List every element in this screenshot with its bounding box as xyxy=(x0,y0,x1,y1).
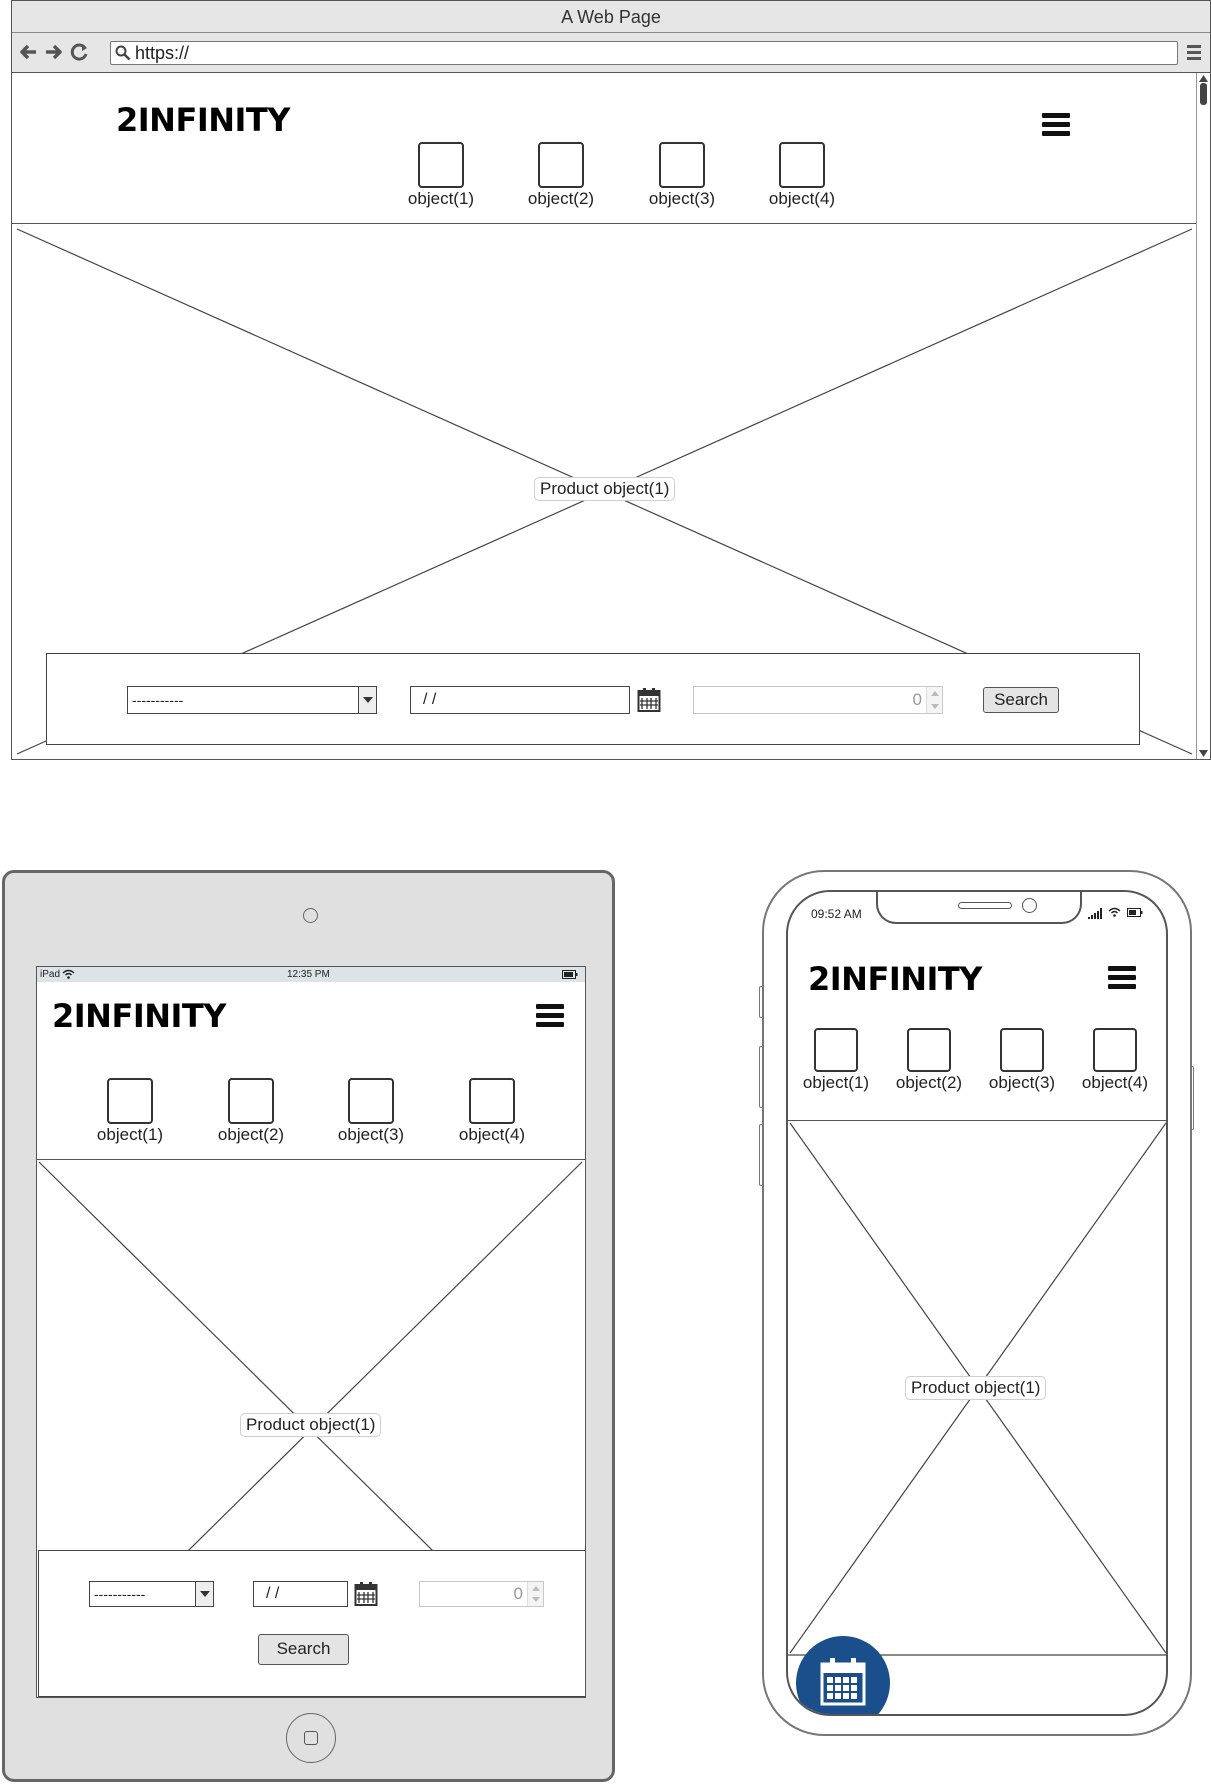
object-thumbnail xyxy=(469,1078,515,1124)
notch xyxy=(876,892,1082,924)
forward-arrow-icon[interactable] xyxy=(44,42,64,62)
nav-object-1[interactable]: object(1) xyxy=(85,1078,175,1145)
object-label: object(2) xyxy=(217,1125,285,1144)
nav-object-2[interactable]: object(2) xyxy=(516,142,606,209)
camera-icon xyxy=(303,908,318,923)
category-select[interactable]: ----------- xyxy=(89,1581,214,1607)
nav-object-1[interactable]: object(1) xyxy=(796,1028,876,1093)
object-thumbnail xyxy=(779,142,825,188)
battery-icon xyxy=(562,970,578,979)
reload-icon[interactable] xyxy=(70,42,90,62)
site-logo[interactable]: 2INFINITY xyxy=(808,960,982,998)
object-label: object(2) xyxy=(895,1073,963,1092)
signal-icon xyxy=(1088,908,1102,919)
hero-label: Product object(1) xyxy=(905,1376,1047,1400)
nav-object-3[interactable]: object(3) xyxy=(982,1028,1062,1093)
scroll-up-icon[interactable] xyxy=(1199,75,1208,82)
object-label: object(3) xyxy=(648,189,716,208)
status-time: 09:52 AM xyxy=(811,907,862,921)
quantity-stepper[interactable]: 0 xyxy=(693,686,943,714)
browser-window: A Web Page https:// 2INFINITY object(1) xyxy=(11,0,1211,760)
chevron-down-icon xyxy=(195,1582,213,1606)
hero-label: Product object(1) xyxy=(534,477,676,501)
nav-object-2[interactable]: object(2) xyxy=(889,1028,969,1093)
object-thumbnail xyxy=(538,142,584,188)
nav-object-4[interactable]: object(4) xyxy=(447,1078,537,1145)
object-thumbnail xyxy=(348,1078,394,1124)
object-label: object(1) xyxy=(802,1073,870,1092)
status-bar: iPad 12:35 PM xyxy=(37,967,585,982)
home-square-icon xyxy=(304,1731,318,1745)
object-label: object(4) xyxy=(1081,1073,1149,1092)
search-panel: ----------- / / 0 Search xyxy=(38,1550,585,1697)
status-time: 12:35 PM xyxy=(287,969,330,980)
object-label: object(4) xyxy=(768,189,836,208)
nav-object-3[interactable]: object(3) xyxy=(637,142,727,209)
scroll-thumb[interactable] xyxy=(1200,83,1207,105)
ipad-screen: iPad 12:35 PM 2INFINITY object(1) object… xyxy=(36,966,586,1698)
site-logo[interactable]: 2INFINITY xyxy=(116,101,290,139)
object-thumbnail xyxy=(1093,1028,1137,1072)
date-input[interactable]: / / xyxy=(410,686,630,714)
speaker-grille xyxy=(958,902,1012,909)
object-label: object(4) xyxy=(458,1125,526,1144)
spinner-arrows[interactable] xyxy=(527,1582,543,1606)
object-label: object(2) xyxy=(527,189,595,208)
site-logo[interactable]: 2INFINITY xyxy=(52,997,226,1035)
search-icon xyxy=(115,45,131,61)
hamburger-icon[interactable] xyxy=(1108,966,1136,990)
iphone-device: 09:52 AM 2INFINITY object(1) object(2) o… xyxy=(762,870,1192,1736)
address-bar[interactable]: https:// xyxy=(110,41,1178,65)
wifi-icon xyxy=(1108,907,1121,917)
object-label: object(1) xyxy=(407,189,475,208)
object-label: object(3) xyxy=(337,1125,405,1144)
hamburger-icon[interactable] xyxy=(536,1004,564,1028)
calendar-icon[interactable] xyxy=(637,687,661,713)
search-panel: ----------- / / 0 Search xyxy=(46,653,1140,745)
ipad-device: iPad 12:35 PM 2INFINITY object(1) object… xyxy=(2,870,615,1782)
search-button[interactable]: Search xyxy=(258,1634,349,1665)
object-thumbnail xyxy=(107,1078,153,1124)
search-button[interactable]: Search xyxy=(983,687,1059,713)
nav-object-3[interactable]: object(3) xyxy=(326,1078,416,1145)
url-text: https:// xyxy=(135,43,190,63)
browser-menu-icon[interactable] xyxy=(1186,43,1202,61)
camera-icon xyxy=(1022,898,1037,913)
scrollbar[interactable] xyxy=(1196,73,1210,759)
home-button-icon[interactable] xyxy=(286,1713,336,1763)
nav-object-2[interactable]: object(2) xyxy=(206,1078,296,1145)
object-thumbnail xyxy=(814,1028,858,1072)
object-label: object(3) xyxy=(988,1073,1056,1092)
calendar-icon[interactable] xyxy=(354,1581,378,1607)
nav-object-1[interactable]: object(1) xyxy=(396,142,486,209)
back-arrow-icon[interactable] xyxy=(18,42,38,62)
object-thumbnail xyxy=(418,142,464,188)
iphone-screen: 09:52 AM 2INFINITY object(1) object(2) o… xyxy=(786,890,1168,1716)
object-label: object(1) xyxy=(96,1125,164,1144)
browser-toolbar: https:// xyxy=(12,33,1210,73)
device-name: iPad xyxy=(40,969,61,980)
calendar-icon xyxy=(820,1658,866,1706)
hero-label: Product object(1) xyxy=(240,1413,382,1437)
chevron-down-icon xyxy=(358,687,376,713)
scroll-down-icon[interactable] xyxy=(1199,750,1208,757)
hamburger-icon[interactable] xyxy=(1042,113,1070,137)
object-thumbnail xyxy=(659,142,705,188)
spinner-arrows[interactable] xyxy=(926,687,942,713)
category-select[interactable]: ----------- xyxy=(127,686,377,714)
date-input[interactable]: / / xyxy=(253,1581,348,1607)
object-thumbnail xyxy=(228,1078,274,1124)
object-thumbnail xyxy=(1000,1028,1044,1072)
quantity-stepper[interactable]: 0 xyxy=(419,1581,544,1607)
wifi-icon xyxy=(62,969,75,979)
object-thumbnail xyxy=(907,1028,951,1072)
window-title: A Web Page xyxy=(12,1,1210,33)
nav-object-4[interactable]: object(4) xyxy=(757,142,847,209)
nav-object-4[interactable]: object(4) xyxy=(1075,1028,1155,1093)
battery-icon xyxy=(1127,908,1143,917)
